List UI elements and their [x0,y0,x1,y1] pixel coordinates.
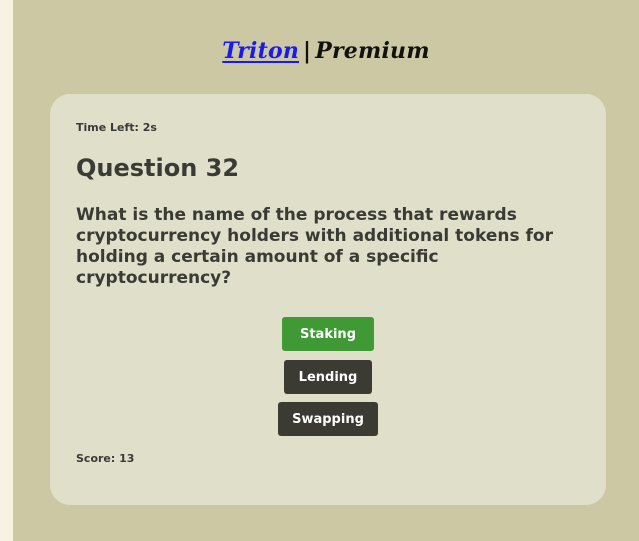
app-frame: Triton | Premium Time Left: 2s Question 32… [13,0,639,541]
brand-link[interactable]: Triton [222,38,299,64]
score: Score: 13 [76,452,135,465]
brand-header: Triton | Premium [13,38,639,64]
quiz-card: Time Left: 2s Question 32 What is the na… [50,94,606,505]
question-number: Question 32 [76,154,240,182]
question-text: What is the name of the process that rew… [76,205,553,288]
answer-button-lending[interactable]: Lending [284,360,372,394]
answer-button-swapping[interactable]: Swapping [278,402,378,436]
tier-label: Premium [315,38,430,64]
answer-button-staking[interactable]: Staking [282,317,374,351]
time-left: Time Left: 2s [76,121,157,134]
brand-separator: | [303,38,312,64]
